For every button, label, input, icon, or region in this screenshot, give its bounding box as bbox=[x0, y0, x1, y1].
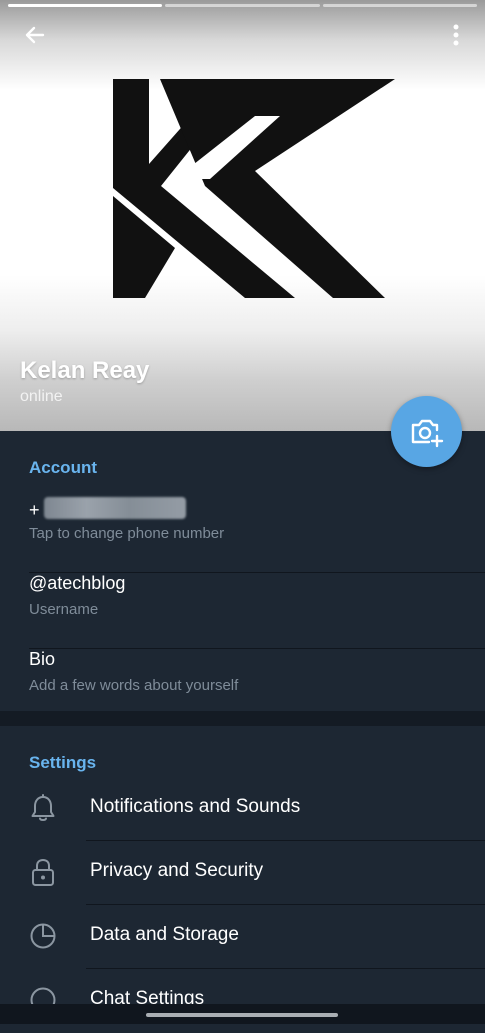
bell-icon bbox=[28, 793, 58, 823]
lock-icon bbox=[28, 857, 58, 887]
settings-item-label: Privacy and Security bbox=[90, 860, 264, 881]
back-button[interactable] bbox=[18, 18, 52, 52]
settings-item-label: Data and Storage bbox=[90, 924, 239, 945]
more-vertical-icon bbox=[453, 24, 459, 46]
camera-add-icon bbox=[411, 419, 443, 447]
photo-progress-bar bbox=[8, 4, 163, 7]
phone-number-value: + bbox=[29, 497, 186, 521]
profile-name: Kelan Reay bbox=[20, 357, 150, 384]
username-item[interactable]: @atechblog Username bbox=[0, 573, 485, 649]
section-separator bbox=[0, 711, 485, 726]
photo-progress-bar bbox=[322, 4, 477, 7]
phone-number-blurred bbox=[43, 497, 186, 519]
settings-item-data-storage[interactable]: Data and Storage bbox=[0, 905, 485, 969]
photo-progress-bar bbox=[165, 4, 320, 7]
home-gesture-handle[interactable] bbox=[146, 1013, 338, 1017]
profile-status: online bbox=[20, 388, 63, 405]
settings-item-label: Notifications and Sounds bbox=[90, 796, 301, 817]
set-profile-photo-button[interactable] bbox=[391, 396, 462, 467]
more-options-button[interactable] bbox=[441, 18, 471, 52]
username-value: @atechblog bbox=[29, 573, 126, 593]
phone-number-item[interactable]: + Tap to change phone number bbox=[0, 497, 485, 573]
pie-chart-icon bbox=[28, 921, 58, 951]
profile-photo-logo[interactable] bbox=[105, 76, 397, 300]
profile-header: Kelan Reay online bbox=[0, 0, 485, 431]
phone-number-hint: Tap to change phone number bbox=[29, 525, 225, 542]
username-hint: Username bbox=[29, 601, 99, 618]
arrow-left-icon bbox=[25, 26, 45, 44]
settings-section: Settings Notifications and Sounds Privac… bbox=[0, 726, 485, 1024]
bio-label: Bio bbox=[29, 649, 56, 669]
settings-section-title: Settings bbox=[29, 753, 97, 772]
photo-progress-bars bbox=[8, 4, 477, 7]
settings-item-notifications[interactable]: Notifications and Sounds bbox=[0, 777, 485, 841]
settings-item-privacy[interactable]: Privacy and Security bbox=[0, 841, 485, 905]
account-section: Account + Tap to change phone number @at… bbox=[0, 431, 485, 711]
system-navigation-bar bbox=[0, 1004, 485, 1024]
account-section-title: Account bbox=[29, 458, 97, 477]
phone-prefix: + bbox=[29, 500, 40, 520]
bio-hint: Add a few words about yourself bbox=[29, 677, 239, 694]
